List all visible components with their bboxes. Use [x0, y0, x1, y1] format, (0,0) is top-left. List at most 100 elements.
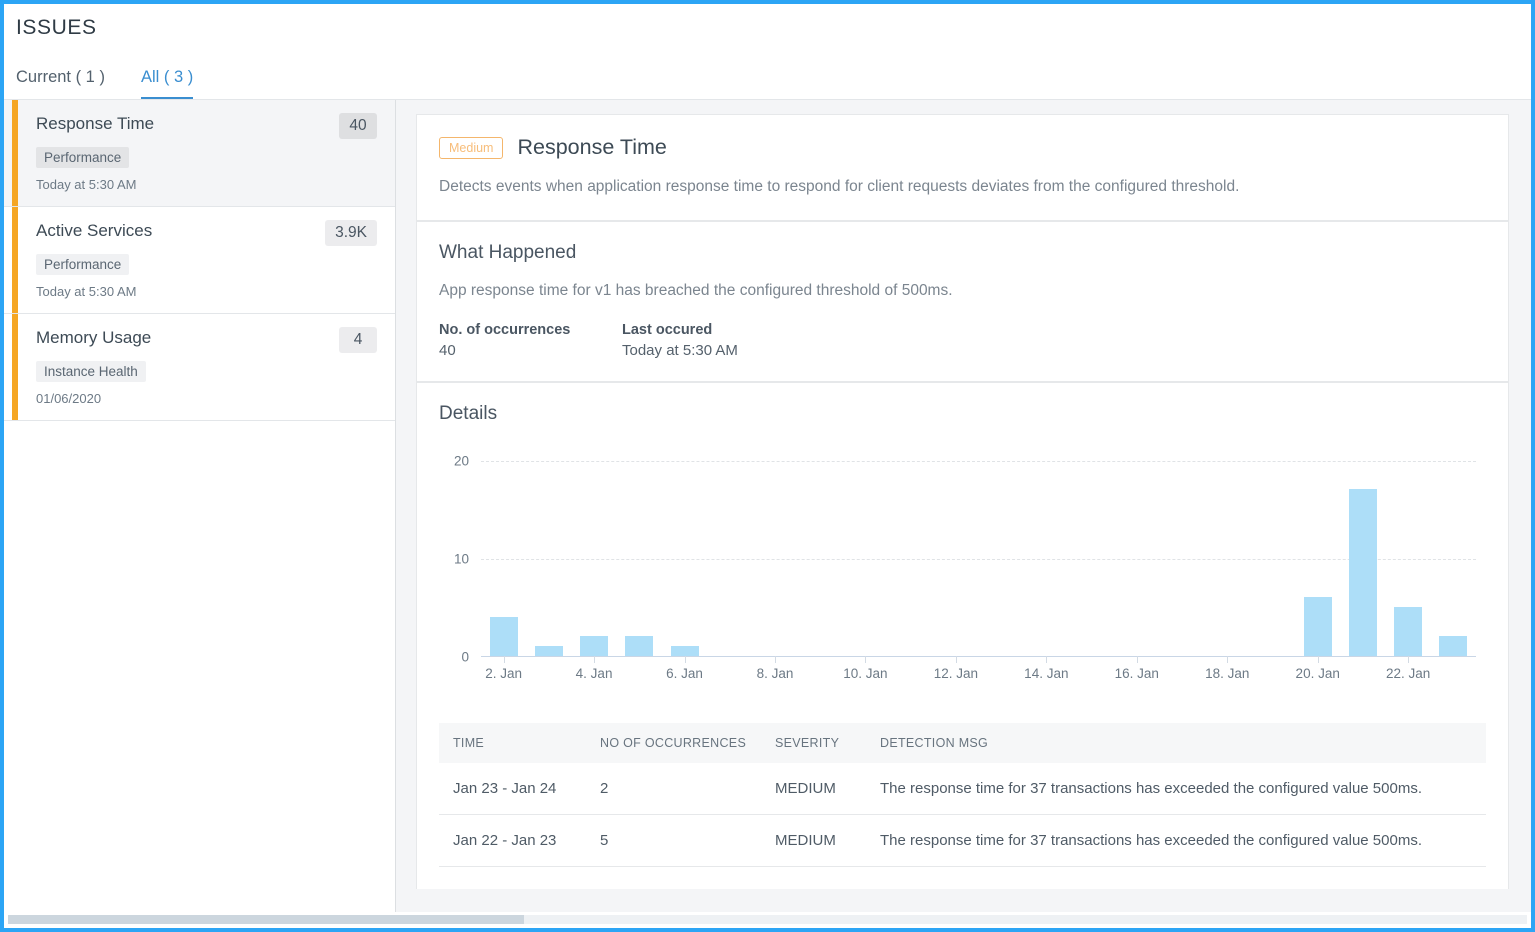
table-row[interactable]: Jan 23 - Jan 24 2 MEDIUM The response ti… [439, 763, 1486, 815]
what-happened-facts: No. of occurrences 40 Last occured Today… [439, 322, 1486, 359]
chart-bar[interactable] [670, 646, 699, 656]
issue-item-title: Response Time [36, 114, 155, 133]
chart-bar[interactable] [1394, 607, 1423, 656]
issue-item-timestamp: Today at 5:30 AM [36, 177, 137, 192]
detail-title-row: Medium Response Time [439, 135, 1486, 160]
x-axis-tick [1136, 656, 1138, 663]
chart-bar[interactable] [1439, 636, 1468, 656]
table-row[interactable]: Jan 22 - Jan 23 5 MEDIUM The response ti… [439, 814, 1486, 867]
x-axis-tick-label: 16. Jan [1114, 666, 1159, 681]
x-axis-tick-label: 12. Jan [933, 666, 979, 681]
issue-item-count-badge: 3.9K [325, 220, 377, 246]
issues-window: ISSUES Current ( 1 ) All ( 3 ) Response … [0, 0, 1535, 932]
x-axis-tick [1317, 656, 1319, 663]
column-time: TIME [439, 723, 586, 763]
fact-occurrences: No. of occurrences 40 [439, 322, 622, 359]
issue-item-timestamp: Today at 5:30 AM [36, 284, 137, 299]
x-axis-tick [774, 656, 776, 663]
chart-bar[interactable] [489, 616, 518, 656]
fact-label: Last occured [622, 322, 713, 338]
cell-occurrences: 2 [586, 763, 761, 815]
occurrences-bar-chart: 0 10 20 2. Jan 4. Jan 6. Jan 8. Jan 10. Jan 12. … [439, 447, 1486, 697]
issue-item-category: Performance [36, 147, 130, 168]
fact-value: Today at 5:30 AM [622, 342, 738, 359]
tab-current[interactable]: Current ( 1 ) [16, 68, 105, 99]
chart-gridline [481, 559, 1476, 560]
chart-bar[interactable] [534, 646, 563, 656]
x-axis-tick [955, 656, 957, 663]
issue-item-title: Memory Usage [36, 328, 152, 347]
x-axis-tick-label: 8. Jan [756, 666, 794, 681]
issue-list-item-memory-usage[interactable]: Memory Usage 4 Instance Health 01/06/202… [4, 314, 395, 421]
x-axis-tick-label: 4. Jan [575, 666, 613, 681]
table-header-row: TIME NO OF OCCURRENCES SEVERITY DETECTIO… [439, 723, 1486, 763]
x-axis-tick [594, 656, 596, 663]
cell-occurrences: 5 [586, 814, 761, 867]
x-axis-tick [1046, 656, 1048, 663]
what-happened-card: What Happened App response time for v1 h… [416, 221, 1509, 382]
issue-item-count-badge: 4 [339, 327, 377, 353]
content-area: Response Time 40 Performance Today at 5:… [4, 100, 1531, 912]
severity-badge: Medium [439, 136, 504, 159]
tab-all[interactable]: All ( 3 ) [140, 68, 194, 99]
column-detection-msg: DETECTION MSG [866, 723, 1486, 763]
x-axis-tick [684, 656, 686, 663]
chart-bar[interactable] [580, 636, 609, 656]
details-heading: Details [439, 403, 498, 424]
cell-time: Jan 23 - Jan 24 [439, 763, 586, 815]
cell-severity: MEDIUM [761, 814, 866, 867]
fact-label: No. of occurrences [439, 322, 571, 338]
issue-detail-panel: Medium Response Time Detects events when… [396, 100, 1531, 912]
issue-item-category: Instance Health [36, 361, 146, 382]
x-axis-tick [1408, 656, 1410, 663]
cell-detection-msg: The response time for 37 transactions ha… [866, 763, 1486, 815]
issue-item-header: Response Time 40 [36, 113, 377, 139]
x-axis-tick-label: 2. Jan [485, 666, 522, 681]
what-happened-heading: What Happened [439, 242, 577, 263]
y-axis-tick-label: 10 [453, 551, 469, 567]
x-axis-tick [503, 656, 505, 663]
column-no-of-occurrences: NO OF OCCURRENCES [586, 723, 761, 763]
column-severity: SEVERITY [761, 723, 866, 763]
chart-bar[interactable] [1303, 597, 1332, 656]
x-axis-tick-label: 22. Jan [1386, 666, 1431, 681]
x-axis-tick-label: 18. Jan [1205, 666, 1250, 681]
chart-plot-area: 0 10 20 2. Jan 4. Jan 6. Jan 8. Jan 10. Jan 12. … [454, 454, 1476, 681]
issue-item-category: Performance [36, 254, 130, 275]
detail-title: Response Time [517, 135, 667, 159]
issue-item-header: Memory Usage 4 [36, 327, 377, 353]
fact-last-occured: Last occured Today at 5:30 AM [622, 322, 738, 359]
page-title: ISSUES [16, 16, 97, 39]
details-card: Details 0 10 20 2. Jan 4. Jan 6. Jan 8. Jan 10.… [416, 382, 1509, 889]
x-axis-tick [865, 656, 867, 663]
detail-description: Detects events when application response… [439, 178, 1240, 195]
fact-value: 40 [439, 342, 456, 359]
chart-bar[interactable] [1348, 489, 1377, 656]
cell-time: Jan 22 - Jan 23 [439, 814, 586, 867]
x-axis-tick-label: 14. Jan [1024, 666, 1069, 681]
x-axis-tick-label: 20. Jan [1295, 666, 1340, 681]
x-axis-tick-label: 10. Jan [843, 666, 888, 681]
chart-gridline [481, 461, 1476, 462]
what-happened-text: App response time for v1 has breached th… [439, 282, 953, 299]
y-axis-tick-label: 0 [461, 649, 469, 665]
issue-item-title: Active Services [36, 221, 153, 240]
x-axis-tick [1227, 656, 1229, 663]
horizontal-scrollbar[interactable] [8, 915, 1527, 924]
detail-header-card: Medium Response Time Detects events when… [416, 114, 1509, 221]
issue-item-count-badge: 40 [339, 113, 377, 139]
x-axis-tick-label: 6. Jan [666, 666, 703, 681]
table-body: Jan 23 - Jan 24 2 MEDIUM The response ti… [439, 763, 1486, 867]
scrollbar-thumb[interactable] [8, 915, 525, 924]
issue-list-item-response-time[interactable]: Response Time 40 Performance Today at 5:… [4, 100, 395, 207]
issue-list[interactable]: Response Time 40 Performance Today at 5:… [4, 100, 396, 912]
cell-severity: MEDIUM [761, 763, 866, 815]
issue-item-timestamp: 01/06/2020 [36, 391, 102, 406]
issue-list-item-active-services[interactable]: Active Services 3.9K Performance Today a… [4, 207, 395, 314]
table-header: TIME NO OF OCCURRENCES SEVERITY DETECTIO… [439, 723, 1486, 763]
y-axis-tick-label: 20 [453, 453, 469, 469]
chart-bar[interactable] [625, 636, 654, 656]
tab-bar: Current ( 1 ) All ( 3 ) [4, 40, 1531, 100]
cell-detection-msg: The response time for 37 transactions ha… [866, 814, 1486, 867]
detections-table: TIME NO OF OCCURRENCES SEVERITY DETECTIO… [439, 723, 1486, 867]
